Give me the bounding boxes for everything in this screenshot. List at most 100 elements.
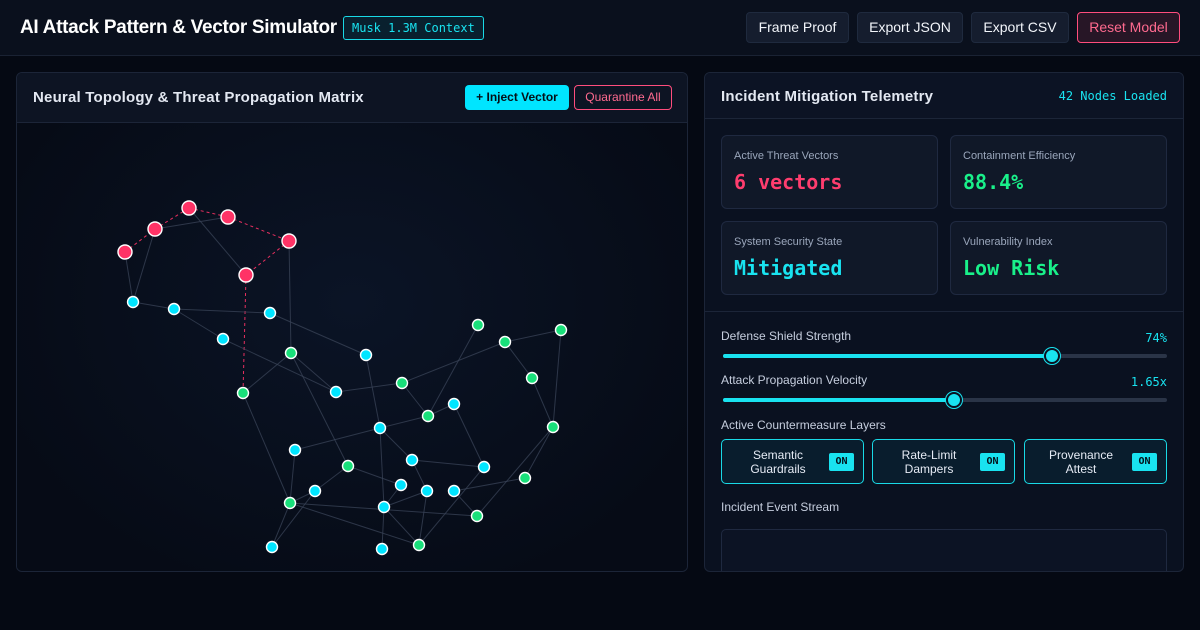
protected-node[interactable]	[308, 484, 322, 498]
protected-node[interactable]	[265, 540, 279, 554]
context-badge: Musk 1.3M Context	[343, 16, 484, 40]
threat-node[interactable]	[181, 200, 197, 216]
protected-node[interactable]	[216, 332, 230, 346]
graph-edge	[288, 240, 292, 354]
countermeasures-label: Active Countermeasure Layers	[721, 418, 886, 432]
telemetry-title: Incident Mitigation Telemetry	[721, 88, 934, 105]
graph-edge	[401, 341, 506, 384]
topology-graph-canvas[interactable]	[17, 123, 688, 572]
protected-node[interactable]	[405, 453, 419, 467]
topology-graph[interactable]	[17, 123, 688, 572]
graph-edge	[418, 466, 485, 546]
graph-edge	[294, 427, 381, 451]
graph-edge	[411, 459, 485, 468]
stat-label: System Security State	[734, 236, 843, 248]
graph-edge	[379, 427, 385, 508]
top-bar: AI Attack Pattern & Vector Simulator Mus…	[0, 0, 1200, 56]
graph-edge	[314, 465, 349, 492]
propagation-velocity-value: 1.65x	[1130, 375, 1167, 389]
protected-node[interactable]	[263, 306, 277, 320]
export-csv-button[interactable]: Export CSV	[971, 12, 1069, 43]
quarantine-all-button[interactable]: Quarantine All	[574, 85, 672, 110]
event-stream-log	[721, 529, 1167, 571]
threat-node[interactable]	[147, 221, 163, 237]
graph-edge	[335, 382, 403, 393]
slider-fill	[723, 398, 954, 402]
secure-node[interactable]	[525, 371, 539, 385]
protected-node[interactable]	[288, 443, 302, 457]
protected-node[interactable]	[447, 397, 461, 411]
graph-edge	[289, 449, 296, 504]
graph-edge	[552, 329, 562, 428]
graph-edge	[379, 415, 429, 429]
protected-node[interactable]	[420, 484, 434, 498]
graph-edge	[381, 506, 385, 550]
stat-card-threat-vectors: Active Threat Vectors 6 vectors	[721, 135, 938, 209]
protected-node[interactable]	[373, 421, 387, 435]
secure-node[interactable]	[341, 459, 355, 473]
topology-panel-header: Neural Topology & Threat Propagation Mat…	[17, 73, 687, 123]
secure-node[interactable]	[283, 496, 297, 510]
app-title: AI Attack Pattern & Vector Simulator	[20, 17, 337, 38]
graph-edge	[132, 228, 156, 303]
graph-edge	[188, 207, 247, 276]
slider-thumb[interactable]	[1043, 348, 1060, 364]
secure-node[interactable]	[236, 386, 250, 400]
rate-limit-dampers-toggle[interactable]: Rate-Limit Dampers ON	[872, 439, 1015, 484]
secure-node[interactable]	[412, 538, 426, 552]
graph-edge	[453, 477, 526, 492]
secure-node[interactable]	[546, 420, 560, 434]
protected-node[interactable]	[477, 460, 491, 474]
event-stream-label: Incident Event Stream	[721, 500, 840, 514]
graph-edge	[132, 301, 175, 310]
secure-node[interactable]	[470, 509, 484, 523]
slider-fill	[723, 354, 1052, 358]
protected-node[interactable]	[329, 385, 343, 399]
graph-edge	[453, 403, 485, 468]
stat-label: Vulnerability Index	[963, 236, 1053, 248]
secure-node[interactable]	[284, 346, 298, 360]
threat-edge	[227, 216, 290, 242]
provenance-attest-toggle[interactable]: Provenance Attest ON	[1024, 439, 1167, 484]
divider	[705, 311, 1183, 312]
threat-edge	[245, 240, 290, 276]
protected-node[interactable]	[167, 302, 181, 316]
toggle-label: Rate-Limit Dampers	[901, 448, 957, 476]
threat-node[interactable]	[220, 209, 236, 225]
toggle-label: Provenance Attest	[1048, 448, 1114, 476]
graph-edge	[401, 382, 429, 417]
propagation-velocity-slider[interactable]	[723, 392, 1167, 408]
protected-node[interactable]	[447, 484, 461, 498]
secure-node[interactable]	[471, 318, 485, 332]
protected-node[interactable]	[375, 542, 389, 556]
threat-node[interactable]	[281, 233, 297, 249]
secure-node[interactable]	[395, 376, 409, 390]
threat-node[interactable]	[117, 244, 133, 260]
secure-node[interactable]	[518, 471, 532, 485]
protected-node[interactable]	[359, 348, 373, 362]
semantic-guardrails-toggle[interactable]: Semantic Guardrails ON	[721, 439, 864, 484]
graph-edge	[271, 502, 291, 548]
graph-edge	[269, 312, 367, 356]
toggle-state-badge: ON	[980, 453, 1005, 471]
shield-strength-value: 74%	[1145, 331, 1167, 345]
reset-model-button[interactable]: Reset Model	[1077, 12, 1180, 43]
protected-node[interactable]	[377, 500, 391, 514]
threat-node[interactable]	[238, 267, 254, 283]
secure-node[interactable]	[498, 335, 512, 349]
protected-node[interactable]	[126, 295, 140, 309]
graph-edge	[504, 341, 533, 379]
export-json-button[interactable]: Export JSON	[857, 12, 963, 43]
inject-vector-button[interactable]: + Inject Vector	[465, 85, 569, 110]
shield-strength-slider[interactable]	[723, 348, 1167, 364]
stat-value: 88.4%	[963, 170, 1024, 194]
secure-node[interactable]	[421, 409, 435, 423]
nodes-loaded-count: 42 Nodes Loaded	[1058, 89, 1167, 103]
slider-thumb[interactable]	[945, 392, 962, 408]
graph-edge	[242, 352, 292, 394]
frame-proof-button[interactable]: Frame Proof	[746, 12, 849, 43]
protected-node[interactable]	[394, 478, 408, 492]
graph-edge	[222, 338, 337, 393]
graph-edge	[379, 427, 413, 461]
secure-node[interactable]	[554, 323, 568, 337]
